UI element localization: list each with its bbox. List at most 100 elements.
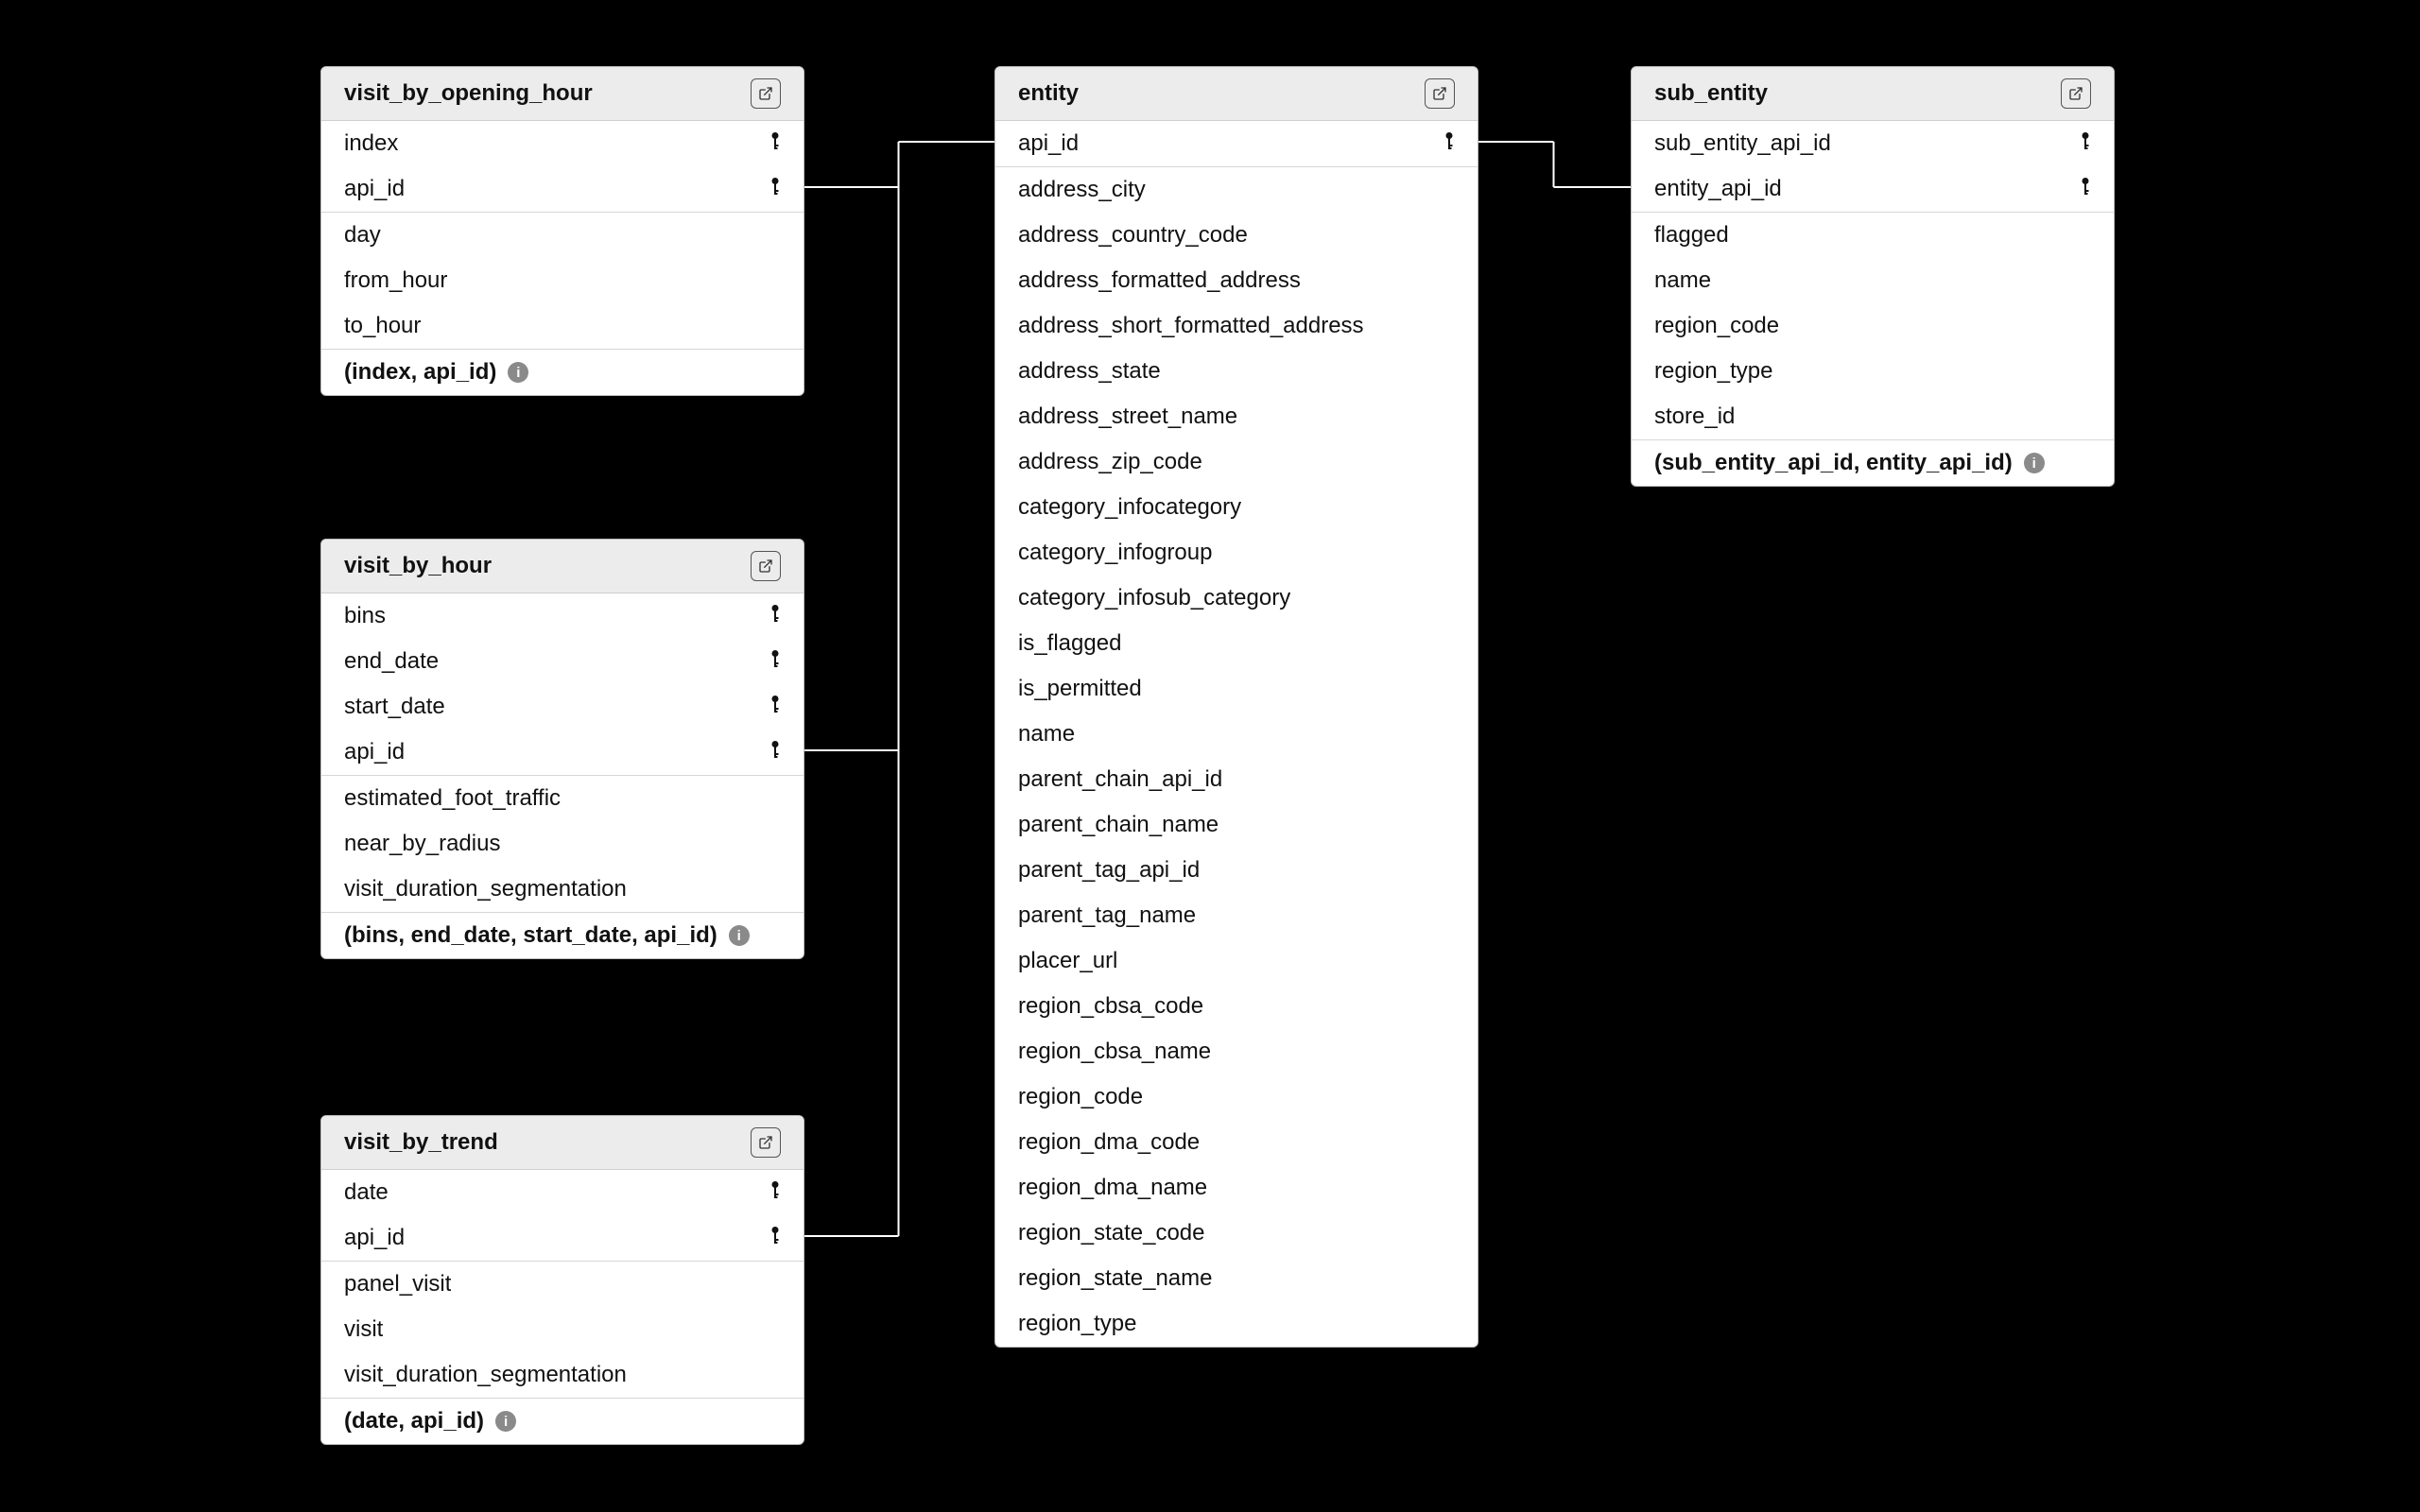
- column-name: parent_tag_name: [1018, 902, 1196, 929]
- column-row[interactable]: region_type: [1632, 349, 2114, 394]
- primary-key-icon: [769, 649, 781, 674]
- column-row[interactable]: parent_chain_api_id: [995, 757, 1478, 802]
- column-name: address_zip_code: [1018, 449, 1202, 475]
- column-row[interactable]: parent_tag_api_id: [995, 848, 1478, 893]
- column-row[interactable]: api_id: [995, 121, 1478, 166]
- column-name: day: [344, 222, 381, 249]
- column-row[interactable]: region_cbsa_code: [995, 984, 1478, 1029]
- open-external-icon[interactable]: [751, 551, 781, 581]
- column-name: region_code: [1654, 313, 1779, 339]
- info-icon[interactable]: i: [729, 925, 750, 946]
- table-header: visit_by_trend: [321, 1116, 804, 1170]
- column-name: region_type: [1654, 358, 1772, 385]
- column-row[interactable]: address_street_name: [995, 394, 1478, 439]
- column-row[interactable]: region_code: [1632, 303, 2114, 349]
- column-name: region_type: [1018, 1311, 1136, 1337]
- column-name: region_cbsa_code: [1018, 993, 1203, 1020]
- column-name: index: [344, 130, 398, 157]
- primary-key-icon: [1443, 131, 1455, 156]
- composite-key-label: (date, api_id): [344, 1408, 484, 1435]
- column-row[interactable]: to_hour: [321, 303, 804, 349]
- column-row[interactable]: api_id: [321, 166, 804, 212]
- column-name: category_infosub_category: [1018, 585, 1290, 611]
- column-row[interactable]: address_country_code: [995, 213, 1478, 258]
- table-entity: entityapi_id address_city address_country_…: [994, 66, 1478, 1348]
- column-row[interactable]: placer_url: [995, 938, 1478, 984]
- column-row[interactable]: start_date: [321, 684, 804, 730]
- open-external-icon[interactable]: [2061, 78, 2091, 109]
- column-row[interactable]: category_infosub_category: [995, 576, 1478, 621]
- table-header: visit_by_hour: [321, 540, 804, 593]
- column-row[interactable]: visit_duration_segmentation: [321, 1352, 804, 1398]
- column-row[interactable]: visit_duration_segmentation: [321, 867, 804, 912]
- primary-key-icon: [2080, 131, 2091, 156]
- primary-key-icon: [769, 1180, 781, 1205]
- column-row[interactable]: region_state_code: [995, 1211, 1478, 1256]
- column-name: address_city: [1018, 177, 1146, 203]
- column-name: visit: [344, 1316, 383, 1343]
- column-row[interactable]: region_dma_code: [995, 1120, 1478, 1165]
- composite-key-footer: (sub_entity_api_id, entity_api_id)i: [1632, 439, 2114, 486]
- info-icon[interactable]: i: [2024, 453, 2045, 473]
- column-name: region_code: [1018, 1084, 1143, 1110]
- column-row[interactable]: name: [1632, 258, 2114, 303]
- column-name: name: [1018, 721, 1075, 747]
- column-name: category_infocategory: [1018, 494, 1241, 521]
- composite-key-label: (bins, end_date, start_date, api_id): [344, 922, 717, 949]
- column-row[interactable]: address_formatted_address: [995, 258, 1478, 303]
- column-row[interactable]: panel_visit: [321, 1261, 804, 1307]
- primary-key-icon: [769, 695, 781, 719]
- column-row[interactable]: region_dma_name: [995, 1165, 1478, 1211]
- column-name: address_street_name: [1018, 404, 1237, 430]
- column-row[interactable]: near_by_radius: [321, 821, 804, 867]
- primary-key-icon: [769, 740, 781, 765]
- column-row[interactable]: name: [995, 712, 1478, 757]
- column-name: api_id: [344, 1225, 405, 1251]
- column-name: parent_chain_name: [1018, 812, 1219, 838]
- column-row[interactable]: is_permitted: [995, 666, 1478, 712]
- column-row[interactable]: end_date: [321, 639, 804, 684]
- column-row[interactable]: address_city: [995, 166, 1478, 213]
- column-row[interactable]: address_zip_code: [995, 439, 1478, 485]
- column-row[interactable]: bins: [321, 593, 804, 639]
- column-name: name: [1654, 267, 1711, 294]
- column-row[interactable]: from_hour: [321, 258, 804, 303]
- column-row[interactable]: address_state: [995, 349, 1478, 394]
- column-row[interactable]: entity_api_id: [1632, 166, 2114, 212]
- column-row[interactable]: category_infogroup: [995, 530, 1478, 576]
- column-row[interactable]: flagged: [1632, 212, 2114, 258]
- column-row[interactable]: parent_tag_name: [995, 893, 1478, 938]
- open-external-icon[interactable]: [751, 78, 781, 109]
- column-row[interactable]: day: [321, 212, 804, 258]
- column-row[interactable]: region_type: [995, 1301, 1478, 1347]
- column-row[interactable]: category_infocategory: [995, 485, 1478, 530]
- column-row[interactable]: region_cbsa_name: [995, 1029, 1478, 1074]
- table-header: entity: [995, 67, 1478, 121]
- open-external-icon[interactable]: [1425, 78, 1455, 109]
- composite-key-label: (index, api_id): [344, 359, 496, 386]
- column-row[interactable]: region_code: [995, 1074, 1478, 1120]
- column-row[interactable]: api_id: [321, 730, 804, 775]
- info-icon[interactable]: i: [495, 1411, 516, 1432]
- column-row[interactable]: visit: [321, 1307, 804, 1352]
- open-external-icon[interactable]: [751, 1127, 781, 1158]
- column-name: address_formatted_address: [1018, 267, 1301, 294]
- column-name: near_by_radius: [344, 831, 500, 857]
- column-name: api_id: [344, 176, 405, 202]
- column-row[interactable]: index: [321, 121, 804, 166]
- info-icon[interactable]: i: [508, 362, 528, 383]
- column-row[interactable]: is_flagged: [995, 621, 1478, 666]
- table-sub_entity: sub_entitysub_entity_api_identity_api_id…: [1631, 66, 2115, 487]
- primary-key-icon: [2080, 177, 2091, 201]
- column-name: parent_chain_api_id: [1018, 766, 1222, 793]
- column-row[interactable]: sub_entity_api_id: [1632, 121, 2114, 166]
- column-row[interactable]: region_state_name: [995, 1256, 1478, 1301]
- column-row[interactable]: date: [321, 1170, 804, 1215]
- column-row[interactable]: api_id: [321, 1215, 804, 1261]
- column-row[interactable]: estimated_foot_traffic: [321, 775, 804, 821]
- column-name: panel_visit: [344, 1271, 451, 1297]
- column-row[interactable]: address_short_formatted_address: [995, 303, 1478, 349]
- column-row[interactable]: store_id: [1632, 394, 2114, 439]
- column-name: region_cbsa_name: [1018, 1039, 1211, 1065]
- column-row[interactable]: parent_chain_name: [995, 802, 1478, 848]
